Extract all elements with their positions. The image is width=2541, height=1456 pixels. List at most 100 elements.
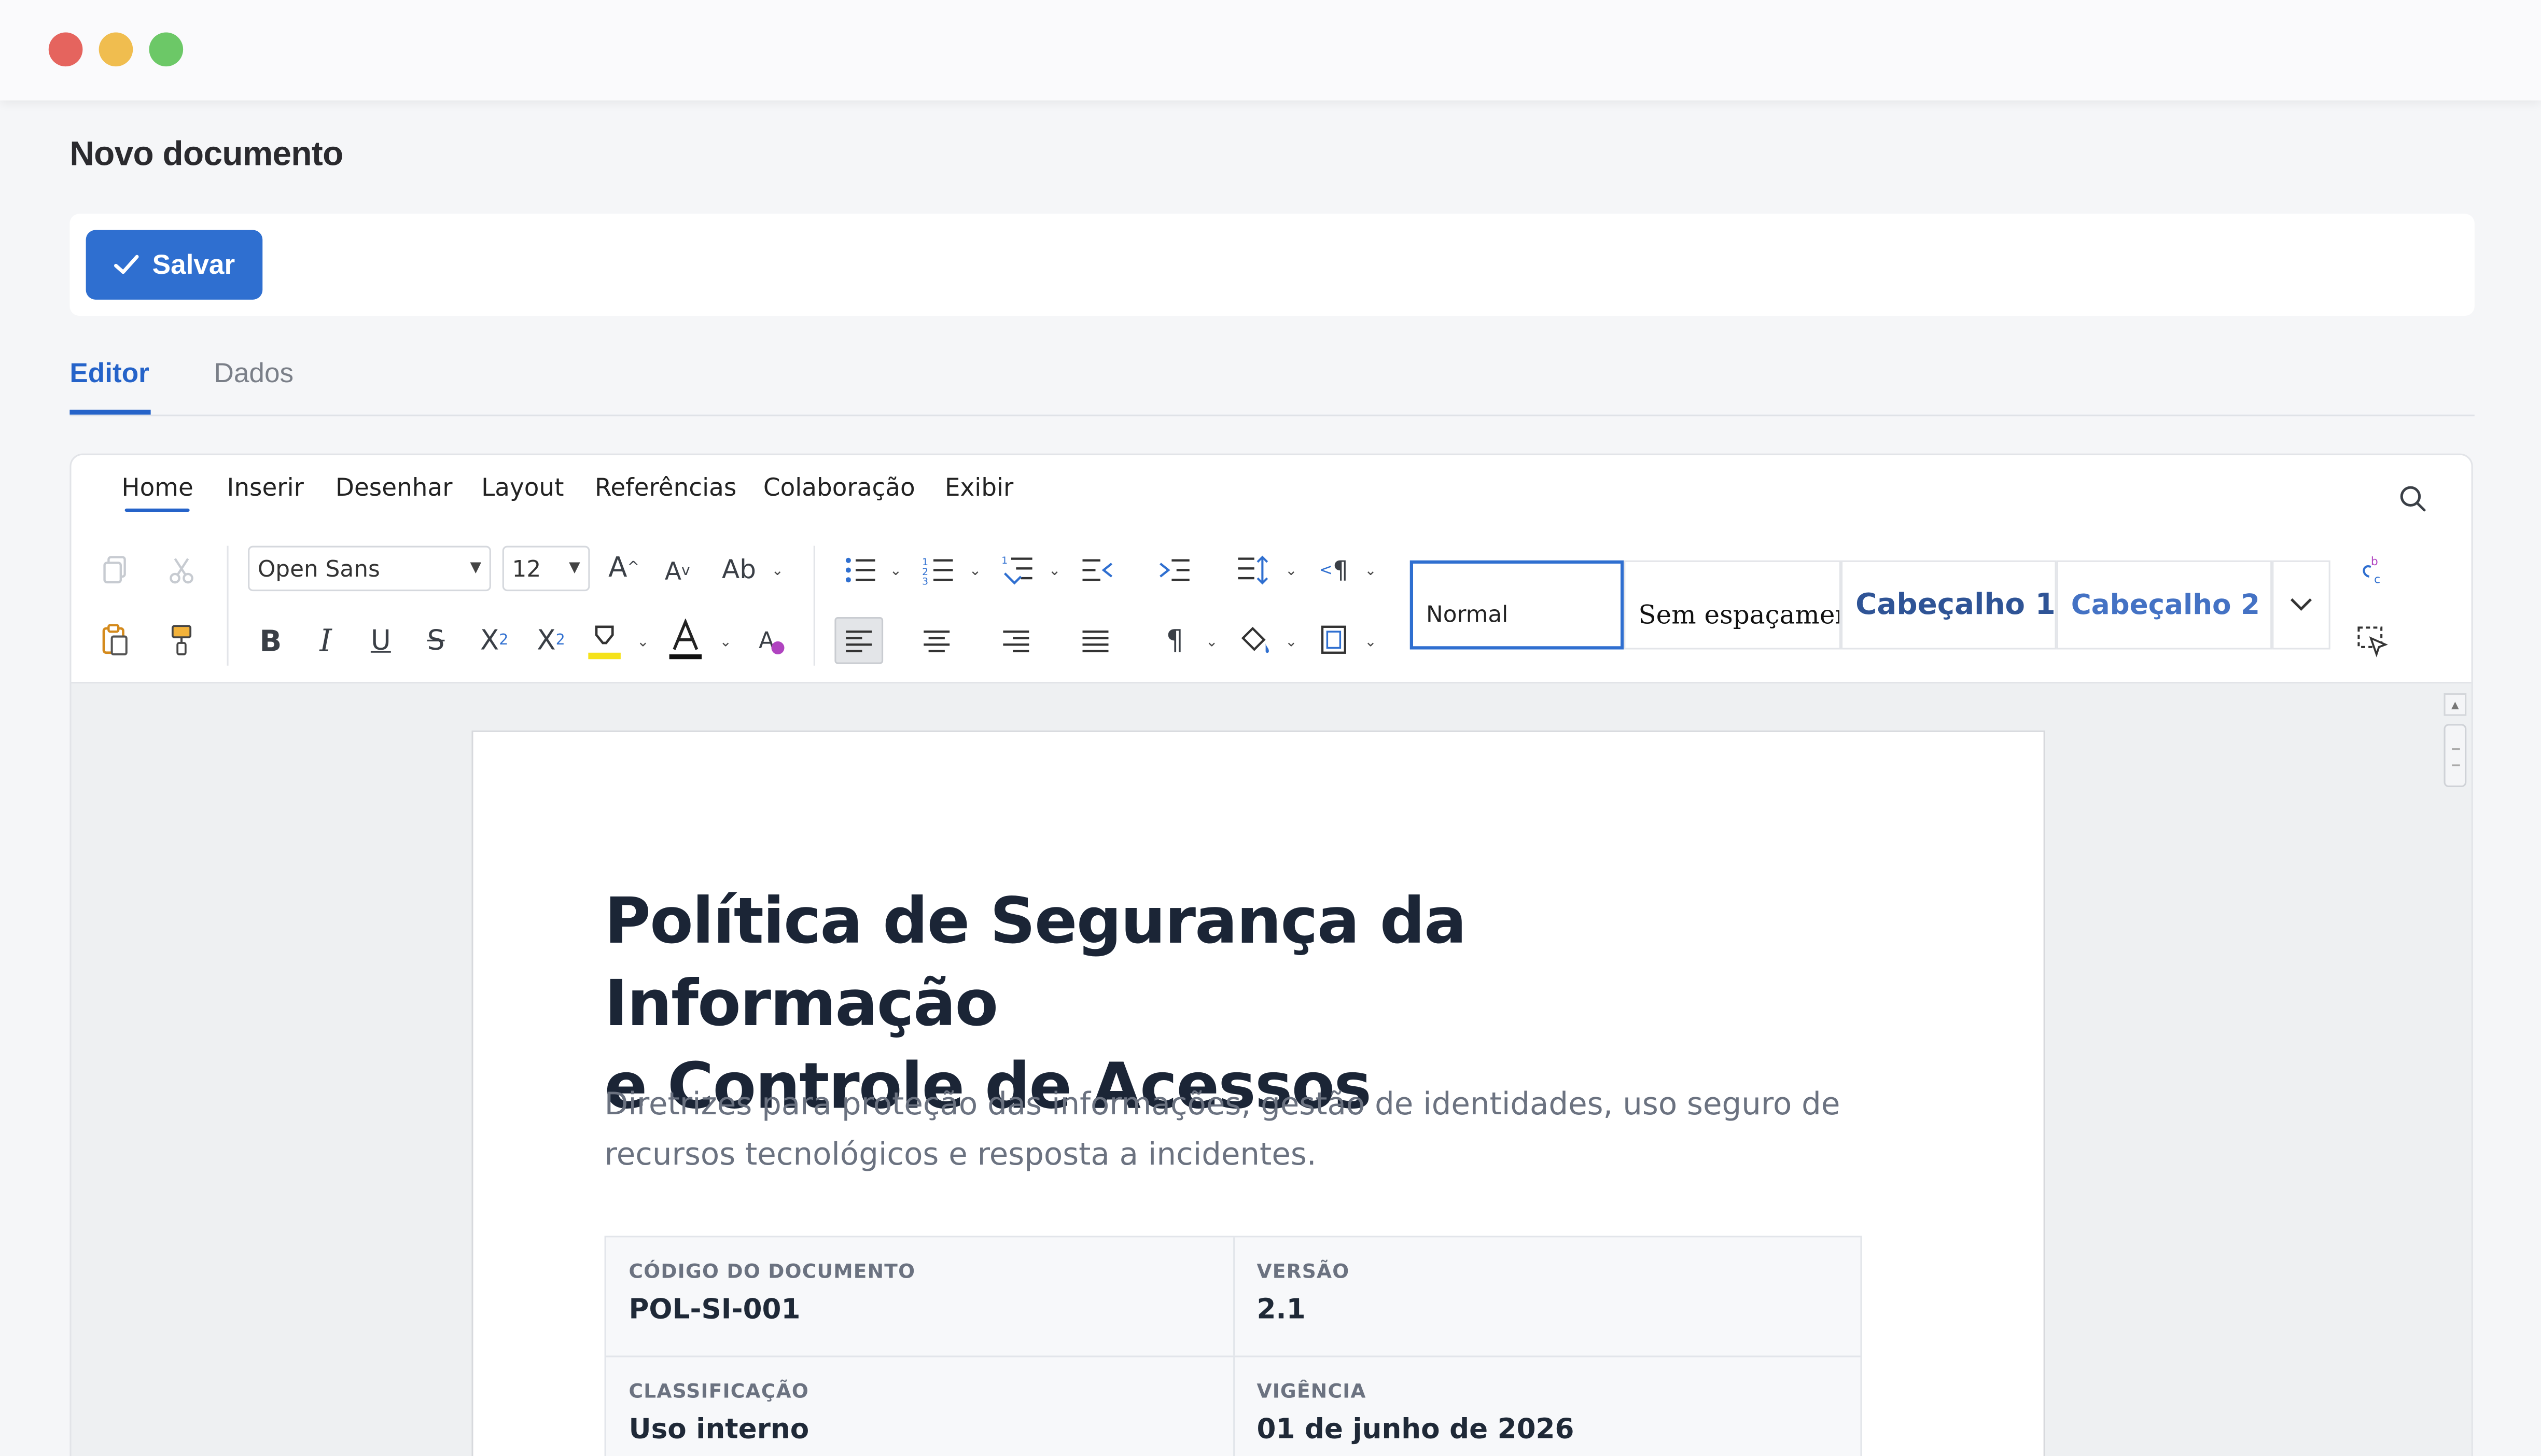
font-size-value: 12 — [512, 557, 541, 583]
vertical-scrollbar[interactable]: ▲ — [2442, 693, 2468, 1456]
meta-value: 2.1 — [1256, 1294, 1306, 1327]
text-direction-icon[interactable]: < ¶ — [1314, 551, 1353, 590]
document-title-line-1: Política de Segurança da Informação — [604, 886, 1467, 1042]
align-left-icon[interactable] — [834, 617, 884, 664]
chevron-down-icon[interactable]: ⌄ — [1049, 562, 1061, 580]
shrink-font-icon[interactable]: Av — [658, 552, 697, 591]
toolbar-separator — [813, 545, 815, 666]
bold-icon[interactable]: B — [253, 622, 289, 661]
meta-value: Uso interno — [629, 1413, 809, 1447]
menu-layout[interactable]: Layout — [481, 473, 564, 502]
grow-font-icon[interactable]: A ^ — [605, 549, 644, 588]
style-heading-2[interactable]: Cabeçalho 2 — [2056, 560, 2272, 650]
table-row: CÓDIGO DO DOCUMENTO POL-SI-001 VERSÃO 2.… — [606, 1237, 1861, 1357]
svg-text:1: 1 — [1001, 555, 1008, 566]
svg-text:c: c — [2374, 573, 2380, 586]
save-button-label: Salvar — [152, 248, 235, 279]
select-icon[interactable] — [2353, 622, 2392, 661]
highlight-color-swatch — [588, 652, 621, 660]
menu-colaboracao[interactable]: Colaboração — [763, 473, 915, 502]
chevron-down-icon[interactable]: ⌄ — [720, 633, 732, 651]
chevron-down-icon[interactable]: ⌄ — [890, 562, 902, 580]
svg-text:b: b — [2371, 555, 2378, 568]
decrease-indent-icon[interactable] — [1078, 551, 1116, 590]
document-canvas: Política de Segurança da Informação e Co… — [71, 681, 2472, 1456]
style-heading-1[interactable]: Cabeçalho 1 — [1841, 560, 2057, 650]
style-no-spacing[interactable]: Sem espaçamer — [1624, 560, 1841, 650]
clear-formatting-icon[interactable]: A — [752, 622, 791, 661]
maximize-window-button[interactable] — [149, 32, 184, 67]
check-icon — [114, 255, 139, 274]
menu-home[interactable]: Home — [121, 473, 193, 512]
minimize-window-button[interactable] — [99, 32, 133, 67]
numbered-list-icon[interactable]: 123 — [919, 551, 958, 590]
subscript-icon[interactable]: X2 — [530, 622, 572, 661]
justify-icon[interactable] — [1076, 622, 1115, 661]
search-icon[interactable] — [2394, 480, 2433, 519]
document-editor: Home Inserir Desenhar Layout Referências… — [69, 453, 2473, 1456]
table-cell[interactable]: VERSÃO 2.1 — [1232, 1237, 1861, 1356]
meta-label: VERSÃO — [1256, 1260, 1350, 1283]
action-bar: Salvar — [69, 214, 2475, 316]
scroll-up-icon[interactable]: ▲ — [2444, 693, 2467, 716]
chevron-down-icon[interactable]: ⌄ — [1285, 562, 1297, 580]
highlight-icon[interactable] — [585, 620, 624, 662]
menu-referencias[interactable]: Referências — [595, 473, 736, 502]
shading-icon[interactable] — [1235, 620, 1274, 659]
chevron-down-icon[interactable]: ⌄ — [1364, 562, 1377, 580]
style-normal[interactable]: Normal — [1409, 560, 1624, 650]
menu-exibir[interactable]: Exibir — [945, 473, 1013, 502]
chevron-down-icon[interactable]: ⌄ — [1206, 633, 1218, 651]
borders-icon[interactable] — [1314, 620, 1353, 659]
style-heading-1-label: Cabeçalho 1 — [1855, 587, 2056, 622]
replace-icon[interactable]: bc — [2353, 551, 2392, 590]
change-case-icon[interactable]: Ab — [716, 549, 762, 588]
paste-icon[interactable] — [97, 622, 133, 657]
table-cell[interactable]: CÓDIGO DO DOCUMENTO POL-SI-001 — [606, 1237, 1233, 1355]
format-painter-icon[interactable] — [164, 622, 200, 657]
tab-editor[interactable]: Editor — [69, 358, 149, 390]
chevron-down-icon[interactable]: ⌄ — [772, 562, 784, 580]
active-tab-indicator — [69, 410, 151, 415]
meta-label: VIGÊNCIA — [1256, 1380, 1366, 1403]
style-no-spacing-label: Sem espaçamer — [1638, 599, 1841, 631]
superscript-icon[interactable]: X2 — [473, 622, 515, 661]
table-cell[interactable]: VIGÊNCIA 01 de junho de 2026 — [1232, 1357, 1861, 1456]
save-button[interactable]: Salvar — [86, 230, 263, 300]
chevron-down-icon: ▼ — [569, 560, 580, 577]
copy-icon[interactable] — [97, 552, 133, 588]
chevron-down-icon[interactable]: ⌄ — [637, 633, 649, 651]
align-center-icon[interactable] — [917, 622, 956, 661]
chevron-down-icon[interactable]: ⌄ — [969, 562, 982, 580]
scrollbar-thumb[interactable] — [2444, 724, 2467, 788]
chevron-down-icon[interactable]: ⌄ — [1285, 633, 1297, 651]
svg-text:3: 3 — [922, 577, 928, 585]
font-color-icon[interactable] — [666, 617, 705, 662]
meta-value: POL-SI-001 — [629, 1294, 801, 1327]
document-page[interactable]: Política de Segurança da Informação e Co… — [471, 730, 2045, 1456]
close-window-button[interactable] — [48, 32, 83, 67]
style-heading-2-label: Cabeçalho 2 — [2071, 589, 2260, 621]
cut-icon[interactable] — [164, 552, 200, 588]
italic-icon[interactable]: I — [308, 622, 344, 661]
menu-inserir[interactable]: Inserir — [227, 473, 304, 502]
strikethrough-icon[interactable]: S — [418, 622, 454, 661]
paragraph-mark-icon[interactable]: ¶ — [1155, 622, 1194, 661]
font-family-select[interactable]: Open Sans ▼ — [248, 545, 491, 592]
line-spacing-icon[interactable] — [1233, 551, 1272, 590]
table-cell[interactable]: CLASSIFICAÇÃO Uso interno — [606, 1357, 1233, 1456]
font-size-select[interactable]: 12 ▼ — [502, 545, 590, 592]
multilevel-list-icon[interactable]: 1 — [998, 551, 1037, 590]
tab-dados[interactable]: Dados — [214, 358, 294, 390]
document-subtitle[interactable]: Diretrizes para proteção das informações… — [605, 1080, 1869, 1181]
underline-icon[interactable]: U — [363, 622, 399, 661]
meta-label: CLASSIFICAÇÃO — [629, 1380, 809, 1403]
menu-desenhar[interactable]: Desenhar — [336, 473, 453, 502]
increase-indent-icon[interactable] — [1155, 551, 1194, 590]
tab-bar: Editor Dados — [69, 348, 2475, 416]
bullet-list-icon[interactable] — [841, 551, 880, 590]
chevron-down-icon[interactable]: ⌄ — [1364, 633, 1377, 651]
page-title: Novo documento — [69, 136, 343, 174]
styles-gallery-expand[interactable] — [2272, 560, 2330, 650]
align-right-icon[interactable] — [997, 622, 1036, 661]
